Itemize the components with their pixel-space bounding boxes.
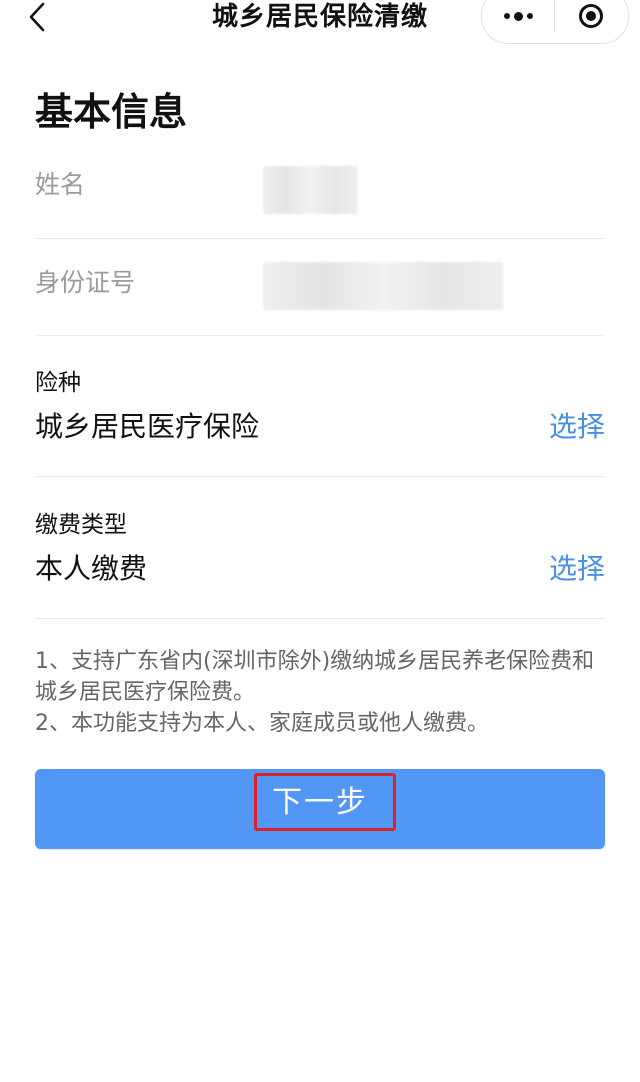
name-value-redacted bbox=[263, 166, 358, 214]
notes: 1、支持广东省内(深圳市除外)缴纳城乡居民养老保险费和城乡居民医疗保险费。 2、… bbox=[35, 646, 610, 739]
more-button[interactable] bbox=[482, 0, 554, 43]
divider bbox=[35, 618, 605, 619]
nav-bar: 城乡居民保险清缴 bbox=[0, 0, 640, 44]
payment-type-label: 缴费类型 bbox=[35, 512, 127, 538]
id-number-label: 身份证号 bbox=[35, 268, 136, 297]
page-title: 城乡居民保险清缴 bbox=[211, 2, 428, 32]
chevron-left-icon bbox=[29, 2, 45, 32]
divider bbox=[35, 238, 605, 239]
payment-type-select-button[interactable]: 选择 bbox=[549, 552, 605, 586]
more-dots-icon bbox=[503, 11, 533, 21]
page: 城乡居民保险清缴 基本信息 姓名 身份证号 险种 城乡居民医疗保险 选择 缴费类… bbox=[0, 0, 640, 1082]
close-mini-program-button[interactable] bbox=[555, 0, 627, 43]
id-number-value-redacted bbox=[263, 262, 503, 310]
back-button[interactable] bbox=[22, 0, 52, 34]
section-title: 基本信息 bbox=[35, 90, 188, 134]
divider bbox=[35, 476, 605, 477]
insurance-type-value: 城乡居民医疗保险 bbox=[35, 410, 260, 443]
insurance-type-select-button[interactable]: 选择 bbox=[549, 410, 605, 444]
name-label: 姓名 bbox=[35, 170, 86, 199]
target-icon bbox=[579, 4, 603, 28]
mini-program-capsule bbox=[481, 0, 629, 44]
insurance-type-label: 险种 bbox=[35, 370, 81, 396]
payment-type-value: 本人缴费 bbox=[35, 552, 148, 585]
note-item: 1、支持广东省内(深圳市除外)缴纳城乡居民养老保险费和城乡居民医疗保险费。 bbox=[35, 649, 595, 705]
annotation-highlight-box bbox=[254, 773, 396, 831]
divider bbox=[35, 335, 605, 336]
note-item: 2、本功能支持为本人、家庭成员或他人缴费。 bbox=[35, 711, 489, 736]
